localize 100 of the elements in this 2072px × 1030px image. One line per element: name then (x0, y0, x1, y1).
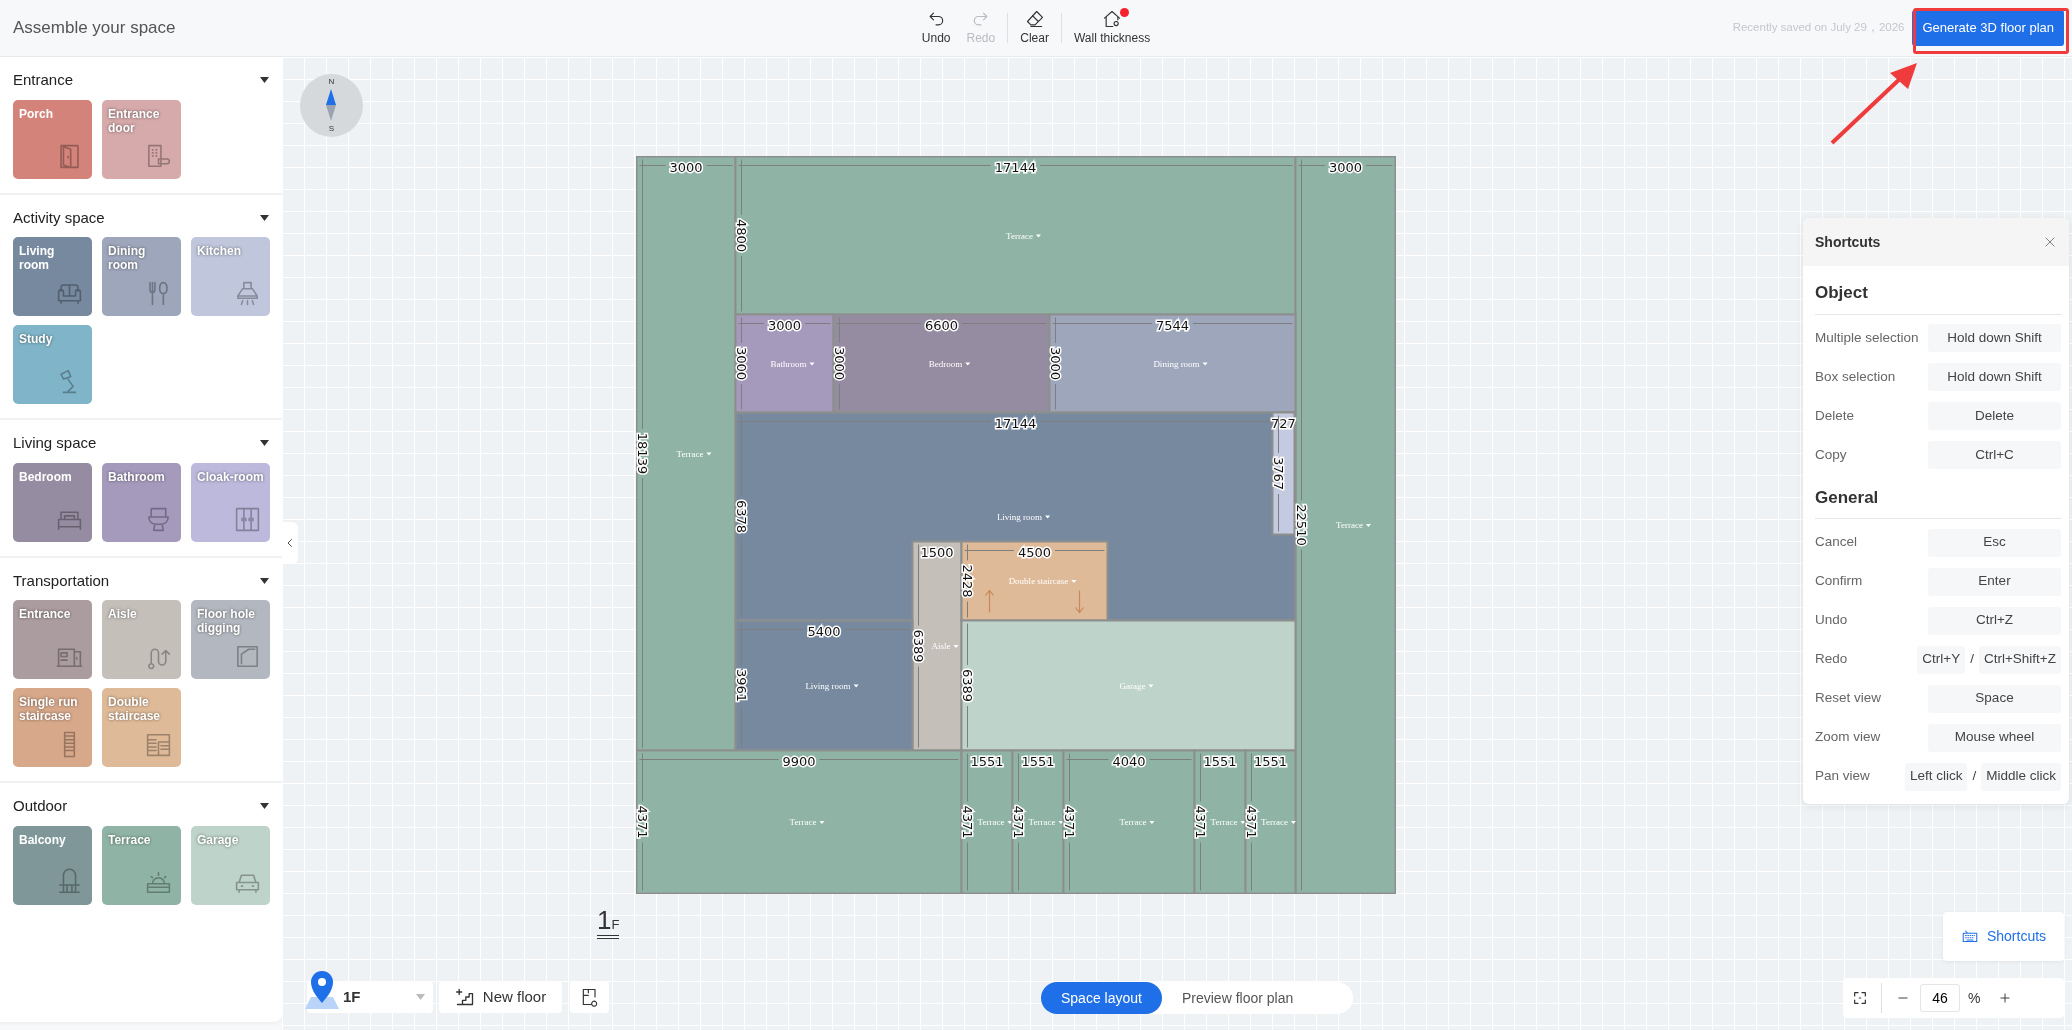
caret-icon[interactable] (260, 440, 269, 447)
caret-icon[interactable] (260, 214, 269, 221)
dimension-line (1251, 842, 1252, 891)
room-type-tile[interactable]: Balcony (13, 825, 92, 905)
clear-button[interactable]: Clear (1012, 7, 1057, 49)
dimension-label: 3000 (767, 317, 802, 333)
room-label: Double staircase (1008, 576, 1069, 586)
dimension-label: 4371 (1192, 805, 1208, 839)
view-tab[interactable]: Space layout (1041, 982, 1162, 1014)
caret-icon[interactable] (260, 77, 269, 84)
dimension-line (1200, 753, 1201, 802)
room-label: Living room (996, 511, 1043, 522)
shortcut-action: Box selection (1815, 367, 1897, 386)
room-type-tile[interactable]: Garage (191, 825, 270, 905)
key-combo: Hold down Shift (1928, 363, 2061, 391)
room-type-tile[interactable]: Study (13, 325, 92, 404)
dimension-line (839, 383, 840, 410)
room-type-tile[interactable]: Porch (13, 99, 92, 179)
plus-icon (1998, 991, 2013, 1005)
dimension-label: 4040 (1112, 753, 1146, 769)
caret-icon[interactable] (260, 803, 269, 810)
dimension-line (741, 255, 742, 312)
dimension-line (1018, 753, 1019, 802)
room-label: Terrace (977, 817, 1005, 827)
room-label: Terrace (1028, 817, 1056, 827)
room-type-tile[interactable]: Terrace (102, 825, 181, 905)
floor-settings-button[interactable] (570, 981, 609, 1013)
shortcut-action: Delete (1815, 406, 1856, 425)
section-heading: Object (1815, 270, 2061, 315)
wall-thickness-button[interactable]: Wall thickness (1065, 7, 1159, 49)
room-type-tile[interactable]: Entrance door (102, 99, 181, 179)
room-type-tile[interactable]: Aisle (102, 600, 181, 679)
dimension-label: 4500 (1017, 544, 1052, 560)
section-title: Entrance (13, 70, 74, 90)
dimension-label: 4371 (1243, 805, 1259, 839)
undo-button[interactable]: Undo (913, 7, 959, 49)
shortcut-action: Cancel (1815, 533, 1859, 552)
house-icon (1102, 9, 1123, 29)
dimension-label: 1551 (1203, 753, 1237, 769)
room-label: Aisle (931, 641, 951, 651)
dimension-label: 17144 (994, 415, 1037, 431)
dimension-label: 18139 (636, 432, 650, 475)
room-type-tile[interactable]: Living room (13, 237, 92, 316)
down-arrow-icon (1074, 589, 1085, 614)
notification-dot (1120, 8, 1130, 17)
key-combo: Ctrl+C (1928, 441, 2061, 469)
dimension-label: 727 (1271, 415, 1296, 431)
shortcut-action: Zoom view (1815, 728, 1882, 747)
shortcut-action: Reset view (1815, 689, 1883, 708)
zoom-field[interactable]: 46 (1920, 984, 1960, 1012)
fit-screen-icon (1852, 990, 1868, 1006)
close-button[interactable] (2043, 235, 2057, 249)
dimension-label: 4371 (1061, 805, 1077, 839)
dimension-line (1365, 165, 1393, 166)
key-combo: Middle click (1981, 762, 2061, 791)
key-combo: Ctrl+Z (1928, 606, 2061, 635)
dimension-line (706, 165, 733, 166)
room-type-tile[interactable]: Double staircase (102, 688, 181, 767)
room-type-tile[interactable]: Bathroom (102, 462, 181, 542)
section-title: Activity space (13, 207, 105, 228)
separator-text: / (1972, 767, 1977, 786)
floor-number-label: 1F (597, 907, 620, 939)
dimension-label: 7544 (1155, 317, 1190, 333)
room-label: Terrace (789, 817, 817, 827)
dimension-label: 1551 (1021, 753, 1055, 769)
shortcuts-button[interactable]: Shortcuts (1943, 912, 2064, 961)
dimension-line (1251, 753, 1252, 802)
room-type-tile[interactable]: Cloak-room (191, 462, 270, 542)
room-area[interactable] (1271, 411, 1296, 536)
room-type-tile[interactable]: Kitchen (191, 237, 270, 316)
section-heading: General (1815, 474, 2061, 519)
room-type-tile[interactable]: Bedroom (13, 462, 92, 542)
percent-sign: % (1968, 988, 1981, 1008)
dimension-label: 2428 (959, 564, 975, 598)
dimension-line (804, 323, 831, 324)
dimension-line (1278, 493, 1279, 532)
new-floor-button[interactable]: New floor (439, 981, 562, 1013)
room-type-tile[interactable]: Single run staircase (13, 688, 92, 767)
key-combo: Delete (1928, 402, 2061, 430)
dimension-label: 1551 (970, 753, 1004, 769)
room-label: Living room (805, 680, 851, 691)
dimension-label: 4800 (733, 218, 749, 253)
room-label: Bedroom (928, 358, 963, 369)
eraser-icon (1024, 9, 1045, 29)
room-type-tile[interactable]: Dining room (102, 237, 181, 316)
caret-icon[interactable] (260, 577, 269, 584)
section-title: Transportation (13, 570, 110, 591)
key-combo: Space (1928, 684, 2061, 713)
room-type-tile[interactable]: Floor hole digging (191, 600, 270, 679)
room-label: Bathroom (770, 358, 807, 369)
room-label: Terrace (1006, 230, 1033, 241)
room-label: Terrace (1336, 520, 1363, 530)
room-type-tile[interactable]: Entrance (13, 600, 92, 679)
dimension-label: 1551 (1253, 753, 1288, 769)
section-title: Living space (13, 433, 97, 453)
dimension-line (967, 705, 968, 748)
generate-button[interactable]: Generate 3D floor plan (1912, 10, 2064, 46)
view-tab[interactable]: Preview floor plan (1161, 982, 1314, 1014)
dimension-label: 5400 (807, 623, 841, 639)
dimension-label: 6389 (910, 629, 926, 663)
